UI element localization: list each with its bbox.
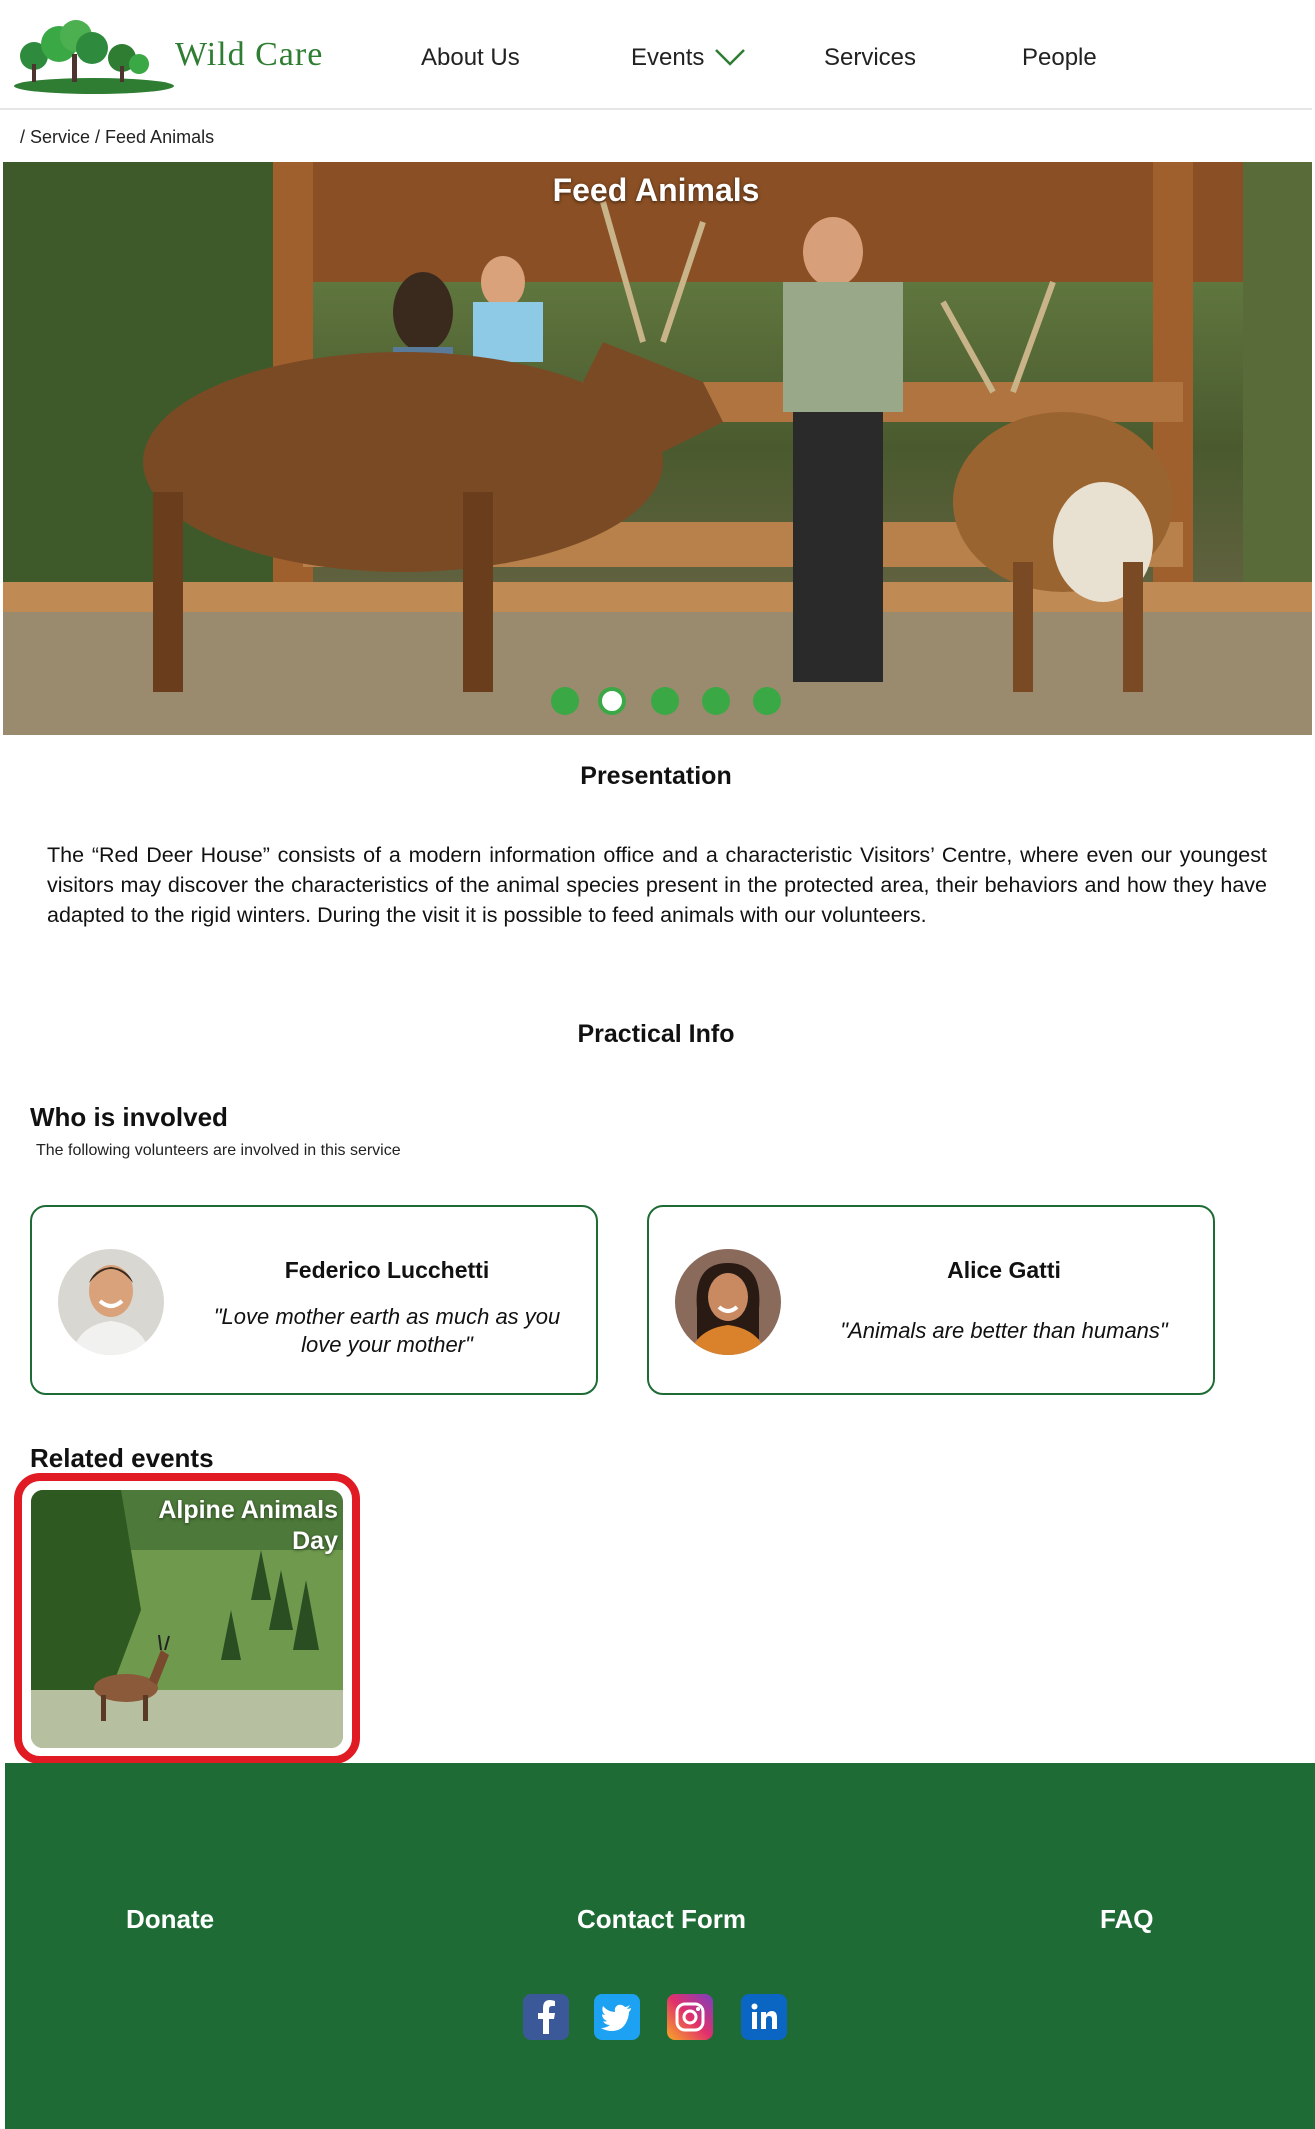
carousel-dot-1[interactable] xyxy=(551,687,579,715)
carousel-dot-5[interactable] xyxy=(753,687,781,715)
person-avatar-icon xyxy=(675,1249,781,1355)
volunteer-card[interactable]: Alice Gatti "Animals are better than hum… xyxy=(647,1205,1215,1395)
nav-services[interactable]: Services xyxy=(824,44,916,72)
nav-events[interactable]: Events xyxy=(631,44,704,72)
related-events-heading: Related events xyxy=(30,1443,214,1473)
linkedin-glyph xyxy=(751,2003,777,2029)
carousel-dot-4[interactable] xyxy=(702,687,730,715)
hero-carousel-image xyxy=(3,162,1312,735)
chevron-down-icon[interactable] xyxy=(714,46,746,68)
footer-faq-link[interactable]: FAQ xyxy=(1100,1904,1153,1935)
presentation-heading: Presentation xyxy=(580,762,732,790)
event-card-alpine-animals-day[interactable]: Alpine Animals Day xyxy=(14,1473,360,1764)
volunteer-quote: "Love mother earth as much as you love y… xyxy=(213,1304,561,1357)
carousel-dot-3[interactable] xyxy=(651,687,679,715)
nav-people[interactable]: People xyxy=(1022,44,1097,72)
brand-name: Wild Care xyxy=(175,36,324,73)
site-footer xyxy=(5,1763,1315,2129)
volunteer-name: Alice Gatti xyxy=(947,1257,1061,1283)
facebook-icon[interactable] xyxy=(523,1994,569,2040)
facebook-glyph xyxy=(538,2000,555,2034)
twitter-glyph xyxy=(601,2004,631,2031)
deer-feeding-photo xyxy=(3,162,1312,735)
avatar xyxy=(58,1249,164,1355)
footer-contact-form-link[interactable]: Contact Form xyxy=(577,1904,746,1935)
hero-title: Feed Animals xyxy=(552,172,760,208)
who-is-involved-subtitle: The following volunteers are involved in… xyxy=(36,1142,401,1159)
person-avatar-icon xyxy=(58,1249,164,1355)
nav-about-us[interactable]: About Us xyxy=(421,44,520,72)
twitter-icon[interactable] xyxy=(594,1994,640,2040)
carousel-dot-2[interactable] xyxy=(598,687,626,715)
footer-donate-link[interactable]: Donate xyxy=(126,1904,214,1935)
instagram-icon[interactable] xyxy=(667,1994,713,2040)
linkedin-icon[interactable] xyxy=(741,1994,787,2040)
instagram-glyph xyxy=(675,2002,705,2032)
volunteer-quote: "Animals are better than humans" xyxy=(840,1318,1168,1343)
volunteer-card[interactable]: Federico Lucchetti "Love mother earth as… xyxy=(30,1205,598,1395)
presentation-text: The “Red Deer House” consists of a moder… xyxy=(47,843,1267,927)
event-title: Alpine Animals Day xyxy=(158,1496,338,1555)
volunteer-name: Federico Lucchetti xyxy=(284,1257,490,1283)
who-is-involved-heading: Who is involved xyxy=(30,1102,228,1132)
trees-icon xyxy=(14,20,174,94)
practical-info-heading: Practical Info xyxy=(577,1020,735,1048)
avatar xyxy=(675,1249,781,1355)
breadcrumb[interactable]: / Service / Feed Animals xyxy=(20,127,214,148)
